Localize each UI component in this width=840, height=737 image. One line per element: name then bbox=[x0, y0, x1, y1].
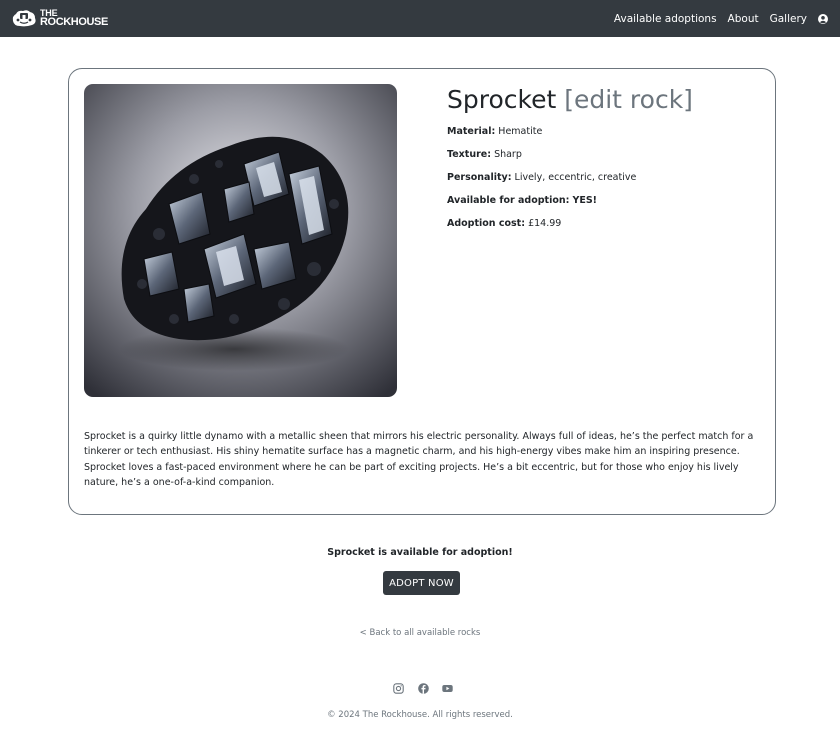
availability-attribute: Available for adoption: YES! bbox=[447, 195, 747, 206]
attribute-label: Personality: bbox=[447, 172, 512, 183]
personality-attribute: Personality: Lively, eccentric, creative bbox=[447, 172, 747, 183]
brand-line-2: ROCKHOUSE bbox=[40, 16, 108, 28]
edit-rock-link[interactable]: [edit rock] bbox=[564, 85, 693, 114]
attribute-label: Material: bbox=[447, 126, 496, 137]
attribute-value: Lively, eccentric, creative bbox=[514, 172, 637, 183]
texture-attribute: Texture: Sharp bbox=[447, 149, 747, 160]
nav-link-about[interactable]: About bbox=[728, 13, 759, 25]
attribute-value: Hematite bbox=[498, 126, 543, 137]
attribute-label: Texture: bbox=[447, 149, 492, 160]
rockhouse-logo-icon bbox=[12, 10, 36, 27]
attribute-label: Adoption cost: bbox=[447, 218, 526, 229]
adopt-now-button[interactable]: ADOPT NOW bbox=[383, 571, 460, 595]
attribute-value: £14.99 bbox=[528, 218, 562, 229]
facebook-icon[interactable] bbox=[417, 683, 429, 694]
nav-links: Available adoptions About Gallery bbox=[603, 0, 828, 37]
availability-message: Sprocket is available for adoption! bbox=[327, 547, 513, 558]
attribute-value: Sharp bbox=[494, 149, 522, 160]
navbar: THE ROCKHOUSE Available adoptions About … bbox=[0, 0, 840, 37]
rock-card: Sprocket [edit rock] Material: Hematite … bbox=[68, 68, 776, 515]
user-account-icon[interactable] bbox=[818, 13, 828, 24]
social-links bbox=[393, 683, 453, 695]
rock-name: Sprocket bbox=[447, 85, 557, 114]
copyright-text: © 2024 The Rockhouse. All rights reserve… bbox=[327, 710, 513, 720]
adoption-cost-attribute: Adoption cost: £14.99 bbox=[447, 218, 747, 229]
attribute-value: YES! bbox=[572, 195, 598, 206]
rock-description: Sprocket is a quirky little dynamo with … bbox=[84, 431, 754, 488]
instagram-icon[interactable] bbox=[393, 683, 404, 694]
back-link-container: < Back to all available rocks bbox=[0, 628, 840, 638]
nav-link-available-adoptions[interactable]: Available adoptions bbox=[614, 13, 717, 25]
nav-link-gallery[interactable]: Gallery bbox=[770, 13, 807, 25]
material-attribute: Material: Hematite bbox=[447, 126, 747, 137]
brand-name: THE ROCKHOUSE bbox=[40, 9, 108, 28]
rock-details: Sprocket [edit rock] Material: Hematite … bbox=[447, 85, 747, 229]
rock-title: Sprocket [edit rock] bbox=[447, 85, 747, 114]
hematite-rock-illustration bbox=[84, 84, 397, 397]
youtube-icon[interactable] bbox=[442, 683, 453, 694]
rock-image bbox=[84, 84, 397, 397]
attribute-label: Available for adoption: bbox=[447, 195, 570, 206]
back-to-all-rocks-link[interactable]: < Back to all available rocks bbox=[360, 628, 481, 638]
brand-logo[interactable]: THE ROCKHOUSE bbox=[11, 8, 108, 28]
